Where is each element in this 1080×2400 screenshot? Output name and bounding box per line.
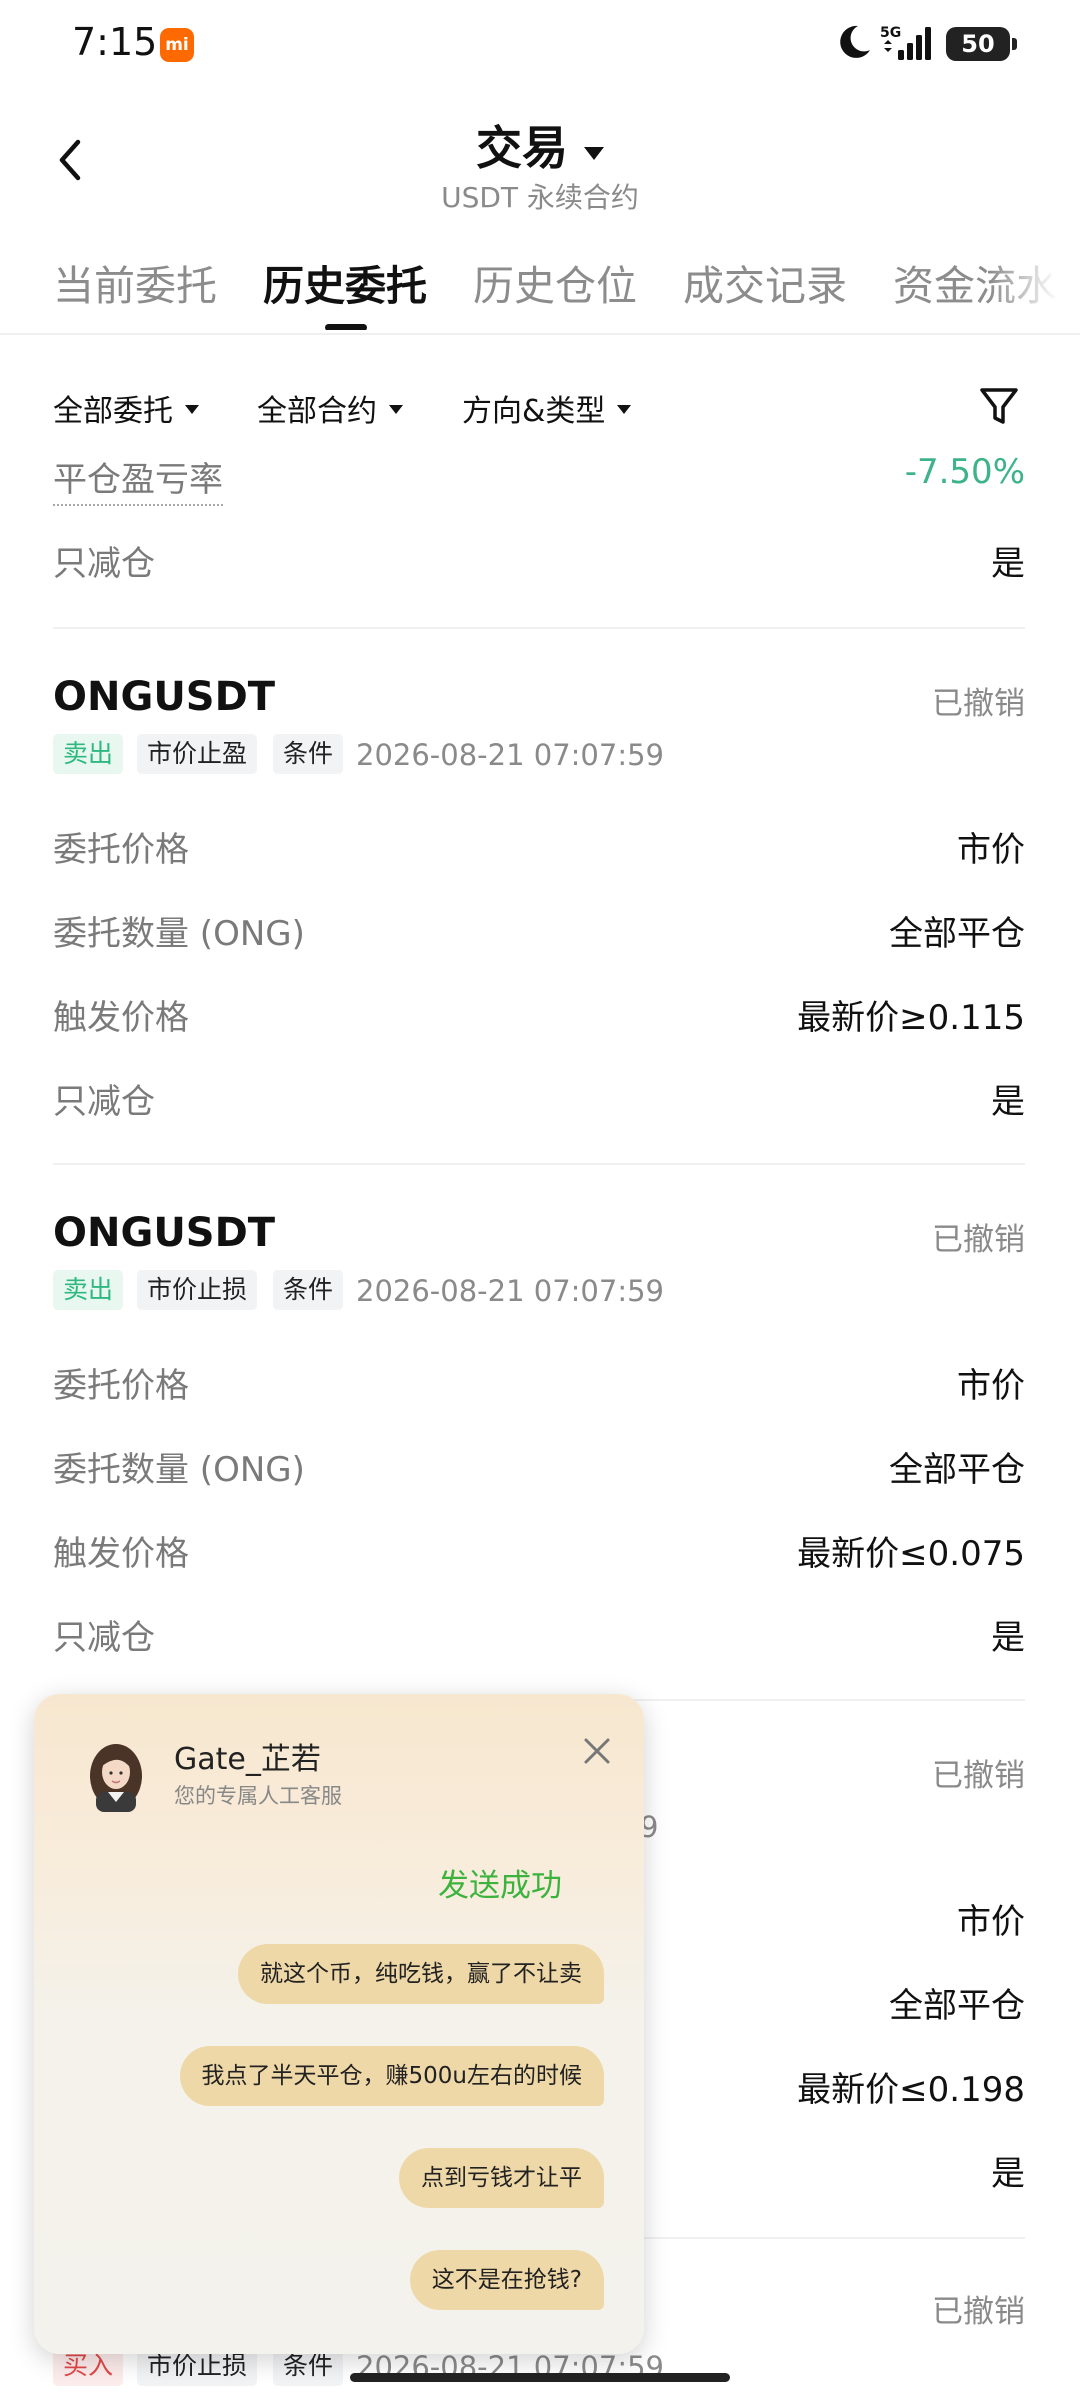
order-time: 2026-08-21 07:07:59 <box>356 1274 664 1308</box>
chat-message: 就这个币，纯吃钱，赢了不让卖 <box>238 1944 604 2004</box>
tab-order-history[interactable]: 历史委托 <box>263 252 427 312</box>
side-tag: 卖出 <box>53 1270 124 1310</box>
reduce-only-label: 只减仓 <box>53 1082 155 1122</box>
reduce-only-value: 是 <box>991 2154 1025 2194</box>
divider <box>0 333 1080 335</box>
tab-position-history[interactable]: 历史仓位 <box>473 252 637 312</box>
close-pnl-rate-label[interactable]: 平仓盈亏率 <box>53 452 223 506</box>
caret-down-icon <box>389 405 403 414</box>
network-label: 5G <box>880 25 901 41</box>
order-qty-value: 全部平仓 <box>889 1450 1025 1490</box>
send-status: 发送成功 <box>438 1868 562 1904</box>
reduce-only-label: 只减仓 <box>53 1618 155 1658</box>
order-status: 已撤销 <box>932 1222 1025 1258</box>
trigger-price-value: 最新价≥0.115 <box>797 998 1025 1038</box>
mi-icon: mi <box>160 28 194 62</box>
status-bar: 7:15 mi 5G 50 <box>0 0 1080 90</box>
title-selector[interactable]: 交易 <box>0 112 1080 178</box>
divider <box>53 627 1025 629</box>
caret-down-icon <box>185 405 199 414</box>
order-symbol: ONGUSDT <box>53 1210 276 1256</box>
trigger-price-label: 触发价格 <box>53 1534 189 1574</box>
order-qty-label: 委托数量 (ONG) <box>53 1450 305 1490</box>
caret-down-icon <box>617 405 632 414</box>
home-indicator[interactable] <box>350 2373 730 2382</box>
battery-icon: 50 <box>946 27 1017 61</box>
reduce-only-label: 只减仓 <box>53 544 155 584</box>
order-price-label: 委托价格 <box>53 830 189 870</box>
support-chat-popup[interactable]: Gate_芷若 您的专属人工客服 发送成功 就这个币，纯吃钱，赢了不让卖 我点了… <box>34 1694 644 2354</box>
order-type-tag: 市价止损 <box>137 1270 258 1310</box>
close-pnl-rate-value: -7.50% <box>904 452 1025 492</box>
order-price-value: 市价 <box>957 1902 1025 1942</box>
order-status: 已撤销 <box>932 2294 1025 2330</box>
agent-avatar <box>90 1744 142 1812</box>
divider <box>53 1163 1025 1165</box>
reduce-only-value: 是 <box>991 544 1025 584</box>
page-subtitle: USDT 永续合约 <box>441 181 639 214</box>
trigger-price-value: 最新价≤0.198 <box>797 2070 1025 2110</box>
side-tag: 卖出 <box>53 734 124 774</box>
signal-icon: 5G <box>880 25 931 60</box>
caret-down-icon[interactable] <box>584 147 604 160</box>
filter-direction-type-label: 方向&类型 <box>462 394 606 429</box>
agent-role: 您的专属人工客服 <box>174 1784 342 1808</box>
do-not-disturb-icon <box>840 25 870 58</box>
tab-bar: 当前委托 历史委托 历史仓位 成交记录 资金流水 <box>0 244 1080 330</box>
filter-contract[interactable]: 全部合约 <box>257 386 403 430</box>
chat-message: 点到亏钱才让平 <box>399 2148 604 2208</box>
tab-fade <box>990 244 1080 330</box>
trigger-price-value: 最新价≤0.075 <box>797 1534 1025 1574</box>
order-status: 已撤销 <box>932 686 1025 722</box>
close-icon[interactable] <box>580 1734 614 1768</box>
order-price-value: 市价 <box>957 1366 1025 1406</box>
tab-current-orders[interactable]: 当前委托 <box>53 252 217 312</box>
active-tab-indicator <box>325 324 367 330</box>
order-time: 2026-08-21 07:07:59 <box>356 738 664 772</box>
agent-name: Gate_芷若 <box>174 1742 321 1777</box>
order-qty-value: 全部平仓 <box>889 914 1025 954</box>
order-qty-value: 全部平仓 <box>889 1986 1025 2026</box>
order-symbol: ONGUSDT <box>53 674 276 720</box>
reduce-only-value: 是 <box>991 1082 1025 1122</box>
condition-tag: 条件 <box>273 1270 344 1310</box>
order-type-tag: 市价止盈 <box>137 734 258 774</box>
order-price-label: 委托价格 <box>53 1366 189 1406</box>
order-price-value: 市价 <box>957 830 1025 870</box>
filter-contract-label: 全部合约 <box>257 394 377 429</box>
chat-message: 这不是在抢钱? <box>409 2250 604 2310</box>
chat-message: 我点了半天平仓，赚500u左右的时候 <box>179 2046 604 2106</box>
order-status: 已撤销 <box>932 1758 1025 1794</box>
tab-trade-records[interactable]: 成交记录 <box>683 252 847 312</box>
order-qty-label: 委托数量 (ONG) <box>53 914 305 954</box>
filter-order-type[interactable]: 全部委托 <box>53 386 199 430</box>
condition-tag: 条件 <box>273 734 344 774</box>
filter-order-type-label: 全部委托 <box>53 394 173 429</box>
reduce-only-value: 是 <box>991 1618 1025 1658</box>
trigger-price-label: 触发价格 <box>53 998 189 1038</box>
filter-direction-type[interactable]: 方向&类型 <box>462 386 632 430</box>
status-time: 7:15 <box>72 20 158 64</box>
funnel-filter-icon[interactable] <box>978 384 1020 428</box>
page-title[interactable]: 交易 <box>476 112 568 178</box>
